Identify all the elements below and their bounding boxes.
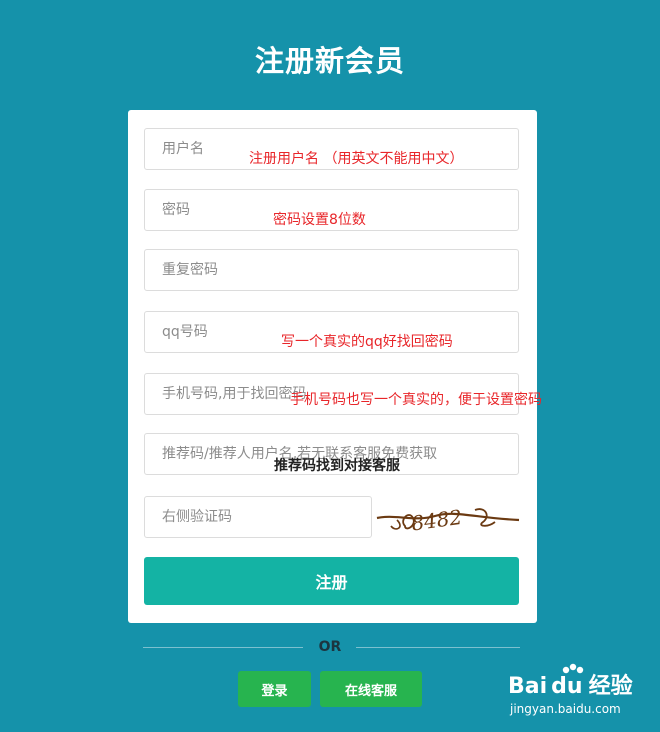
username-note: 注册用户名 （用英文不能用中文） bbox=[249, 151, 464, 167]
captcha-text: 8482 bbox=[410, 505, 464, 536]
phone-note: 手机号码也写一个真实的，便于设置密码 bbox=[290, 392, 542, 408]
referral-note: 推荐码找到对接客服 bbox=[274, 458, 400, 474]
watermark-logo-part-a: Bai bbox=[508, 674, 548, 699]
watermark-logo-part-c: 经验 bbox=[588, 674, 633, 699]
register-button[interactable]: 注册 bbox=[144, 557, 519, 605]
online-support-button[interactable]: 在线客服 bbox=[320, 671, 422, 707]
repeat-password-input[interactable] bbox=[144, 249, 519, 291]
paw-icon bbox=[562, 663, 584, 674]
or-divider-text: OR bbox=[318, 639, 342, 655]
watermark-url: jingyan.baidu.com bbox=[510, 702, 621, 716]
login-button[interactable]: 登录 bbox=[238, 671, 311, 707]
qq-note: 写一个真实的qq好找回密码 bbox=[281, 334, 453, 350]
captcha-input[interactable] bbox=[144, 496, 372, 538]
password-note: 密码设置8位数 bbox=[273, 212, 366, 228]
divider-right bbox=[356, 647, 520, 648]
register-form-card: 8482 注册 注册用户名 （用英文不能用中文） 密码设置8位数 写一个真实的q… bbox=[128, 110, 542, 623]
captcha-image[interactable]: 8482 bbox=[375, 496, 521, 538]
page-title: 注册新会员 bbox=[254, 44, 405, 78]
baidu-jingyan-watermark: Bai du 经验 jingyan.baidu.com bbox=[508, 663, 658, 728]
